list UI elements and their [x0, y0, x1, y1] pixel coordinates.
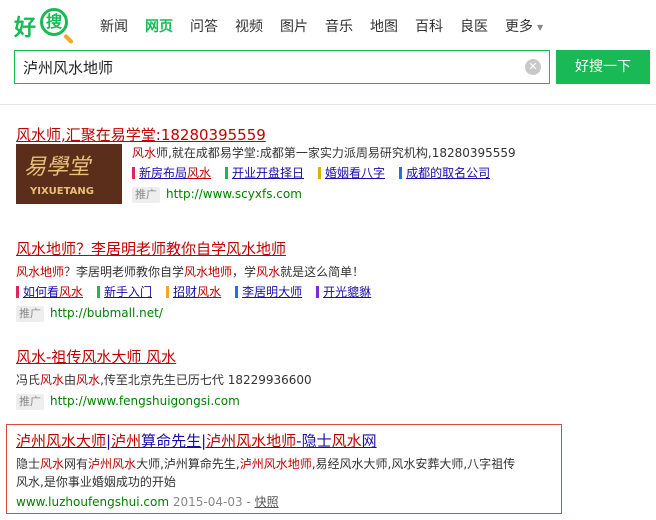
result-desc: 隐士风水网有泸州风水大师,泸州算命先生,泸州风水地师,易经风水大师,风水安葬大师… [16, 457, 516, 489]
ad-badge: 推广 [132, 187, 160, 203]
chevron-down-icon: ▼ [537, 22, 544, 32]
result-url[interactable]: http://bubmall.net/ [50, 306, 163, 320]
result-url-line: www.luzhoufengshui.com 2015-04-03 - 快照 [16, 495, 279, 509]
search-input[interactable] [23, 57, 503, 77]
search-box: ✕ [14, 50, 550, 84]
ad-badge: 推广 [16, 394, 44, 410]
result-title[interactable]: 风水师,汇聚在易学堂:18280395559 [16, 124, 636, 145]
clear-icon[interactable]: ✕ [525, 59, 541, 75]
nav-images[interactable]: 图片 [280, 16, 308, 36]
result-thumbnail[interactable]: 易學堂 YIXUETANG [16, 144, 122, 204]
sublink-pixiu[interactable]: 开光貔貅 [316, 283, 371, 301]
search-button[interactable]: 好搜一下 [556, 50, 650, 84]
nav-qa[interactable]: 问答 [190, 16, 218, 36]
nav-music[interactable]: 音乐 [325, 16, 353, 36]
result-url-line: 推广 http://bubmall.net/ [16, 304, 636, 322]
ad-badge: 推广 [16, 306, 44, 322]
result-desc: 风水师,就在成都易学堂:成都第一家实力派周易研究机构,18280395559 [132, 146, 516, 160]
nav-baike[interactable]: 百科 [415, 16, 443, 36]
sublink-new-home[interactable]: 新房布局 风水 [132, 164, 211, 182]
svg-text:易學堂: 易學堂 [24, 155, 93, 180]
nav-more-label: 更多 [505, 19, 533, 35]
result-url-line: 推广 http://www.scyxfs.com [132, 185, 516, 203]
logo-char-hao: 好 [14, 16, 37, 41]
sublink-fortune[interactable]: 招财 风水 [166, 283, 221, 301]
sublink-beginner[interactable]: 新手入门 [97, 283, 152, 301]
result-4: 泸州风水大师|泸州算命先生|泸州风水地师-隐士风水网 隐士风水网有泸州风水大师,… [16, 430, 556, 511]
result-title-text: 风水地师？李居明老师教你自学风水地师 [16, 240, 287, 258]
result-sublinks: 如何看 风水 新手入门 招财 风水 李居明大师 开光貔貅 [16, 283, 636, 301]
result-title-text: 风水师,汇聚在易学堂:18280395559 [16, 126, 266, 144]
header-divider [0, 104, 656, 105]
sublink-master-li[interactable]: 李居明大师 [235, 283, 302, 301]
result-date: 2015-04-03 [172, 495, 243, 509]
result-3: 风水-祖传风水大师 风水 冯氏风水由风水,传至北京先生已历七代 18229936… [16, 346, 636, 410]
result-body: 风水师,就在成都易学堂:成都第一家实力派周易研究机构,18280395559 新… [132, 144, 516, 203]
sublink-naming-company[interactable]: 成都的取名公司 [399, 164, 490, 182]
nav-web[interactable]: 网页 [145, 16, 173, 36]
snapshot-link[interactable]: 快照 [255, 495, 279, 509]
result-title[interactable]: 风水地师？李居明老师教你自学风水地师 [16, 238, 636, 259]
sublink-marriage-bazi[interactable]: 婚姻看八字 [318, 164, 385, 182]
result-2: 风水地师？李居明老师教你自学风水地师 风水地师？李居明老师教你自学风水地师，学风… [16, 238, 636, 322]
nav-more[interactable]: 更多 ▼ [505, 16, 543, 36]
nav-doctor[interactable]: 良医 [460, 16, 488, 36]
result-1: 风水师,汇聚在易学堂:18280395559 易學堂 YIXUETANG 风水师… [16, 124, 636, 224]
result-title[interactable]: 泸州风水大师|泸州算命先生|泸州风水地师-隐士风水网 [16, 430, 556, 451]
result-url-line: 推广 http://www.fengshuigongsi.com [16, 392, 636, 410]
sublink-opening-date[interactable]: 开业开盘择日 [225, 164, 304, 182]
result-url[interactable]: http://www.scyxfs.com [166, 187, 302, 201]
haosou-logo[interactable]: 好 搜 [14, 8, 74, 44]
top-bar: 好 搜 新闻 网页 问答 视频 图片 音乐 地图 百科 良医 更多 ▼ ✕ 好搜一… [0, 0, 656, 104]
result-desc: 冯氏风水由风水,传至北京先生已历七代 18229936600 [16, 373, 312, 387]
nav-map[interactable]: 地图 [370, 16, 398, 36]
nav-bar: 新闻 网页 问答 视频 图片 音乐 地图 百科 良医 更多 ▼ [100, 16, 543, 36]
result-url[interactable]: www.luzhoufengshui.com [16, 495, 169, 509]
result-desc: 风水地师？李居明老师教你自学风水地师，学风水就是这么简单！ [16, 265, 365, 279]
svg-text:YIXUETANG: YIXUETANG [29, 186, 94, 197]
nav-video[interactable]: 视频 [235, 16, 263, 36]
sublink-how-to[interactable]: 如何看 风水 [16, 283, 83, 301]
result-title[interactable]: 风水-祖传风水大师 风水 [16, 346, 636, 367]
result-sublinks: 新房布局 风水 开业开盘择日 婚姻看八字 成都的取名公司 [132, 164, 516, 182]
result-url[interactable]: http://www.fengshuigongsi.com [50, 394, 240, 408]
logo-char-sou: 搜 [40, 8, 68, 36]
nav-news[interactable]: 新闻 [100, 16, 128, 36]
result-title-text: 风水-祖传风水大师 风水 [16, 348, 177, 366]
yixuetang-logo-image: 易學堂 YIXUETANG [16, 144, 122, 204]
